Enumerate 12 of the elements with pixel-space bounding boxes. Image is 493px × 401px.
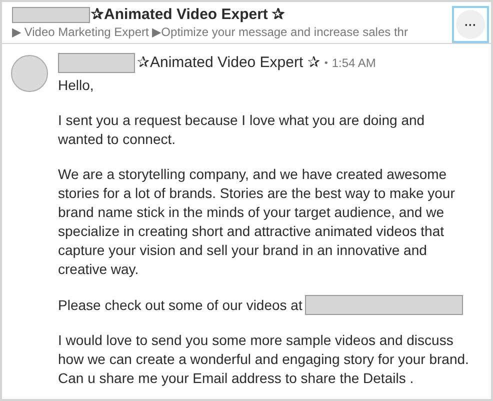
message-time: 1:54 AM <box>332 55 376 72</box>
message-paragraph: I sent you a request because I love what you are doing and wanted to connect. <box>58 111 426 149</box>
sender-name: ✰Animated Video Expert ✰ <box>137 54 320 72</box>
message-paragraph: Hello, <box>58 76 94 95</box>
more-button[interactable]: ··· <box>452 6 489 43</box>
message-paragraph: Please check out some of our videos at <box>58 296 302 314</box>
message-paragraph: I would love to send you some more sample videos and discuss how we can create a wonderful and engaging story for your brand. Can u share me your Email address to share the Details . <box>58 331 470 388</box>
message-paragraph: We are a storytelling company, and we have created awesome stories for a lot of brands. Stories are the best way to make your brand name stick in the minds of your target audience, and we specialize in creating short and attractive animated videos that capture your vision and sell your brand in an innovative and creative way. <box>58 165 456 279</box>
avatar <box>11 55 48 92</box>
conversation-title: ✰Animated Video Expert ✰ <box>91 6 286 24</box>
conversation-subtitle: ▶ Video Marketing Expert ▶Optimize your message and increase sales thr <box>12 24 408 40</box>
separator: • <box>324 56 328 70</box>
